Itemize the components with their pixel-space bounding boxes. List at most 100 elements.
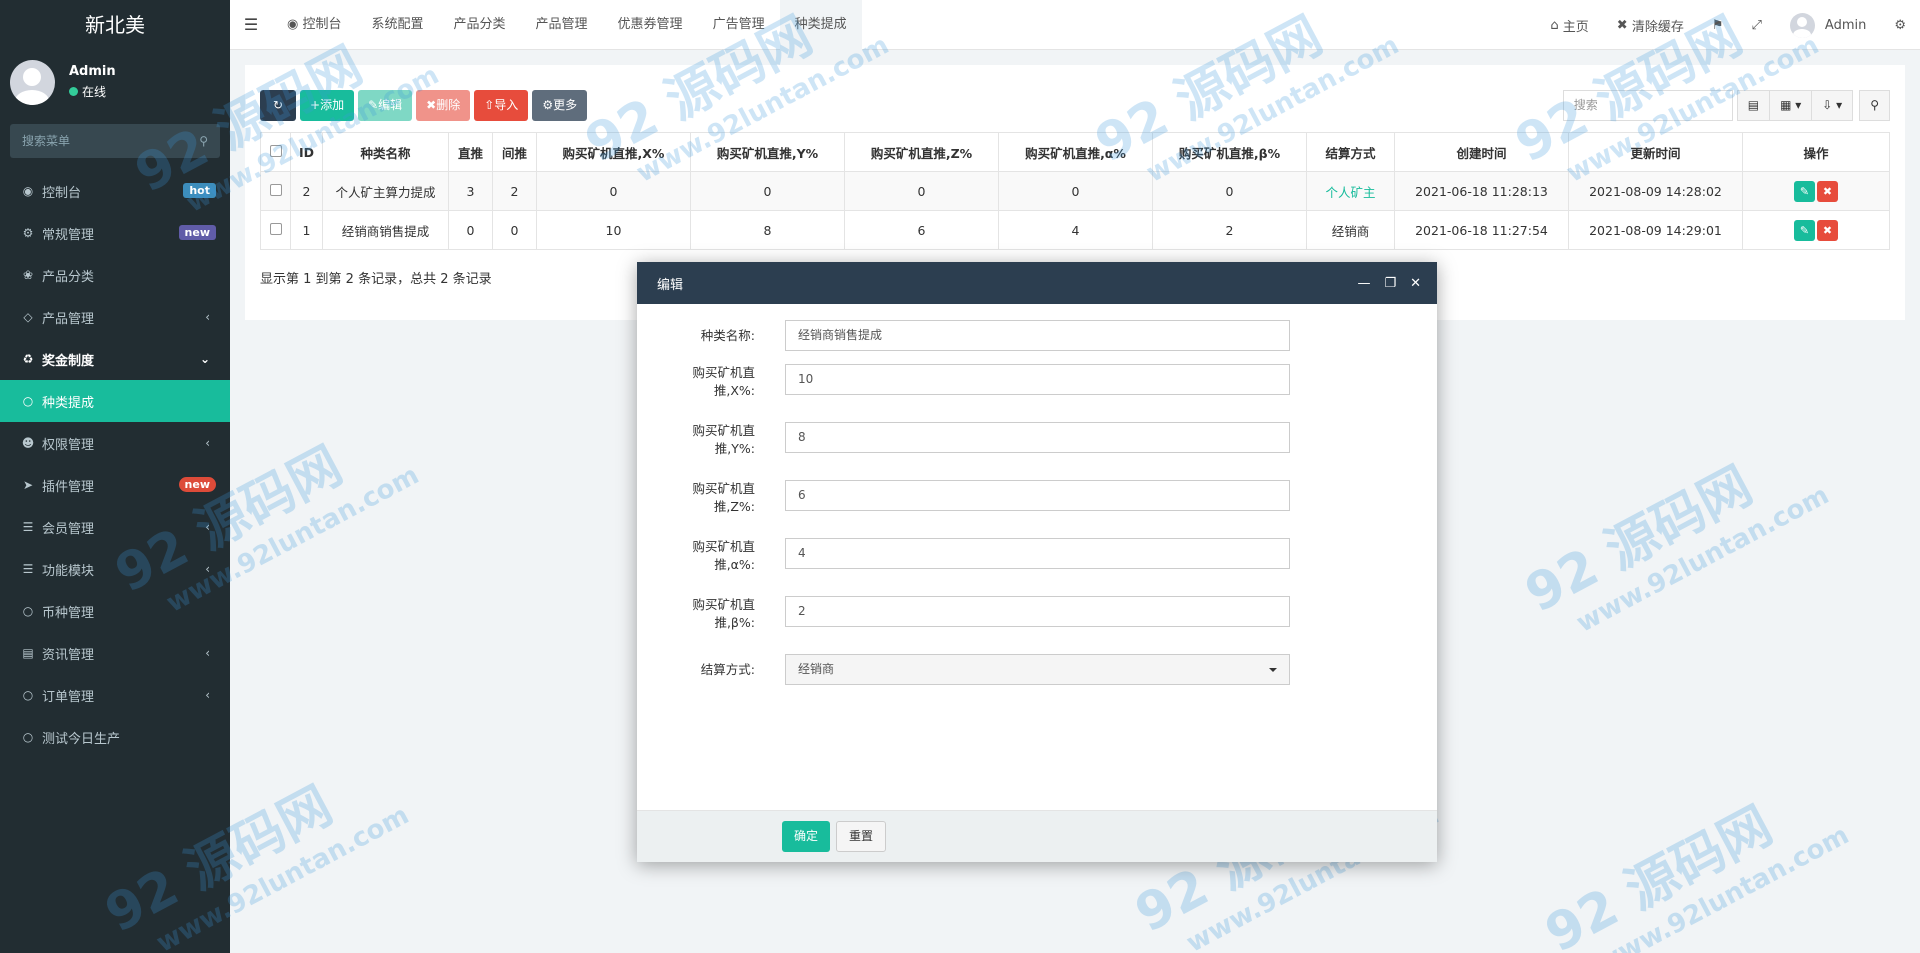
column-header[interactable]: 购买矿机直推,Y% xyxy=(690,132,845,172)
refresh-button[interactable]: ↻ xyxy=(260,90,296,121)
tab-product-category[interactable]: 产品分类 xyxy=(439,0,521,50)
add-button[interactable]: + 添加 xyxy=(300,90,355,121)
column-header[interactable]: 购买矿机直推,X% xyxy=(536,132,691,172)
sidebar-item-dashboard[interactable]: ◉ 控制台 hot xyxy=(0,170,230,212)
close-icon[interactable]: ✕ xyxy=(1410,276,1421,291)
app-logo[interactable]: 新北美 xyxy=(0,0,230,50)
minimize-icon[interactable]: — xyxy=(1357,276,1370,291)
menu-toggle-icon[interactable]: ☰ xyxy=(230,15,272,34)
search-icon[interactable]: ⚲ xyxy=(1859,90,1890,121)
row-delete-button[interactable]: ✖ xyxy=(1817,219,1838,241)
pencil-icon: ✎ xyxy=(368,98,379,112)
tab-coupon[interactable]: 优惠券管理 xyxy=(603,0,698,50)
cell: 0 xyxy=(1152,171,1307,211)
table-tools: 搜索 ▤ ▦ ▾ ⇩ ▾ ⚲ xyxy=(1562,90,1890,121)
delete-button[interactable]: ✖ 删除 xyxy=(416,90,471,121)
row-edit-button[interactable]: ✎ xyxy=(1794,180,1815,202)
column-header[interactable]: 购买矿机直推,α% xyxy=(998,132,1153,172)
search-icon[interactable]: ⚲ xyxy=(199,134,208,148)
sidebar-item-order[interactable]: ○ 订单管理 ‹ xyxy=(0,674,230,716)
sidebar-item-bonus[interactable]: ♻ 奖金制度 ⌄ xyxy=(0,338,230,380)
cell: 2021-06-18 11:28:13 xyxy=(1394,171,1569,211)
toggle-view-icon[interactable]: ▤ xyxy=(1736,90,1771,121)
beta-percent-input[interactable]: 2 xyxy=(785,596,1290,627)
table-row[interactable]: 2 个人矿主算力提成 3 2 0 0 0 0 0 个人矿主 2021-06-18… xyxy=(260,171,1890,211)
confirm-button[interactable]: 确定 xyxy=(782,821,831,852)
cell: 0 xyxy=(998,171,1153,211)
sidebar-item-label: 产品分类 xyxy=(42,269,95,285)
sidebar-item-module[interactable]: ☰ 功能模块 ‹ xyxy=(0,548,230,590)
table-row[interactable]: 1 经销商销售提成 0 0 10 8 6 4 2 经销商 2021-06-18 … xyxy=(260,210,1890,250)
settle-type-link[interactable]: 个人矿主 xyxy=(1306,171,1395,211)
sidebar-item-general[interactable]: ⚙ 常规管理 new xyxy=(0,212,230,254)
recycle-icon: ♻ xyxy=(22,352,34,366)
columns-icon[interactable]: ▦ ▾ xyxy=(1770,90,1813,121)
import-label: 导入 xyxy=(494,98,519,112)
user-panel: Admin 在线 xyxy=(0,50,230,114)
x-percent-input[interactable]: 10 xyxy=(785,364,1290,395)
sidebar-item-label: 资讯管理 xyxy=(42,647,95,663)
row-delete-button[interactable]: ✖ xyxy=(1817,180,1838,202)
user-menu[interactable]: Admin xyxy=(1776,12,1880,38)
sidebar-search-input[interactable] xyxy=(22,134,172,148)
fullscreen-icon[interactable]: ⤢ xyxy=(1738,18,1776,33)
gear-icon[interactable]: ⚙ xyxy=(1880,18,1920,33)
user-name: Admin xyxy=(69,64,116,79)
sidebar-item-label: 测试今日生产 xyxy=(42,731,121,747)
maximize-icon[interactable]: ❐ xyxy=(1384,276,1396,291)
sidebar-item-plugin[interactable]: ➤ 插件管理 new xyxy=(0,464,230,506)
reset-button[interactable]: 重置 xyxy=(836,821,887,852)
sidebar-item-product-category[interactable]: ❀ 产品分类 xyxy=(0,254,230,296)
select-all-checkbox[interactable] xyxy=(260,132,291,172)
cell: 个人矿主算力提成 xyxy=(322,171,449,211)
tab-product[interactable]: 产品管理 xyxy=(521,0,603,50)
sidebar-search: ⚲ xyxy=(10,124,220,158)
sidebar-item-member[interactable]: ☰ 会员管理 ‹ xyxy=(0,506,230,548)
circle-icon: ○ xyxy=(22,394,34,408)
table-search-input[interactable]: 搜索 xyxy=(1562,90,1733,121)
row-edit-button[interactable]: ✎ xyxy=(1794,219,1815,241)
column-header[interactable]: 结算方式 xyxy=(1306,132,1395,172)
column-header[interactable]: 购买矿机直推,β% xyxy=(1152,132,1307,172)
tab-system-config[interactable]: 系统配置 xyxy=(357,0,439,50)
export-icon[interactable]: ⇩ ▾ xyxy=(1812,90,1854,121)
list-icon: ☰ xyxy=(22,562,34,576)
tab-commission[interactable]: 种类提成 xyxy=(779,0,862,50)
z-percent-input[interactable]: 6 xyxy=(785,480,1290,511)
column-header[interactable]: 更新时间 xyxy=(1568,132,1743,172)
row-checkbox[interactable] xyxy=(260,171,291,211)
tab-ad[interactable]: 广告管理 xyxy=(698,0,780,50)
more-button[interactable]: ⚙ 更多 xyxy=(532,90,588,121)
column-header[interactable]: 种类名称 xyxy=(322,132,449,172)
row-checkbox[interactable] xyxy=(260,210,291,250)
y-percent-input[interactable]: 8 xyxy=(785,422,1290,453)
refresh-icon: ↻ xyxy=(272,98,284,112)
sidebar-item-product[interactable]: ◇ 产品管理 ‹ xyxy=(0,296,230,338)
sidebar-item-label: 产品管理 xyxy=(42,311,95,327)
top-navbar: ☰ ◉ 控制台 系统配置 产品分类 产品管理 优惠券管理 广告管理 种类提成 ⌂… xyxy=(230,0,1920,50)
alpha-percent-input[interactable]: 4 xyxy=(785,538,1290,569)
clear-cache-button[interactable]: ✖ 清除缓存 xyxy=(1603,16,1698,35)
sidebar-item-commission[interactable]: ○ 种类提成 xyxy=(0,380,230,422)
home-link[interactable]: ⌂ 主页 xyxy=(1536,16,1602,35)
cell: 2 xyxy=(290,171,323,211)
cell: 2021-06-18 11:27:54 xyxy=(1394,210,1569,250)
settle-type-select[interactable]: 经销商 xyxy=(785,654,1290,685)
tab-dashboard[interactable]: ◉ 控制台 xyxy=(272,0,357,50)
edit-button[interactable]: ✎ 编辑 xyxy=(358,90,413,121)
column-header[interactable]: 购买矿机直推,Z% xyxy=(844,132,999,172)
sidebar-item-test-production[interactable]: ○ 测试今日生产 xyxy=(0,716,230,758)
sidebar-item-currency[interactable]: ○ 币种管理 xyxy=(0,590,230,632)
column-header[interactable]: 创建时间 xyxy=(1394,132,1569,172)
column-header[interactable]: 直推 xyxy=(448,132,493,172)
clear-cache-label: 清除缓存 xyxy=(1631,19,1684,35)
import-button[interactable]: ⇧ 导入 xyxy=(474,90,529,121)
sidebar-item-news[interactable]: ▤ 资讯管理 ‹ xyxy=(0,632,230,674)
sidebar-item-auth[interactable]: ☻ 权限管理 ‹ xyxy=(0,422,230,464)
column-header[interactable]: 间推 xyxy=(492,132,537,172)
column-header[interactable]: ID xyxy=(290,132,323,172)
language-icon[interactable]: ⚑ xyxy=(1698,18,1738,33)
name-input[interactable]: 经销商销售提成 xyxy=(785,320,1290,351)
dashboard-icon: ◉ xyxy=(287,16,303,32)
user-status: 在线 xyxy=(69,83,116,100)
